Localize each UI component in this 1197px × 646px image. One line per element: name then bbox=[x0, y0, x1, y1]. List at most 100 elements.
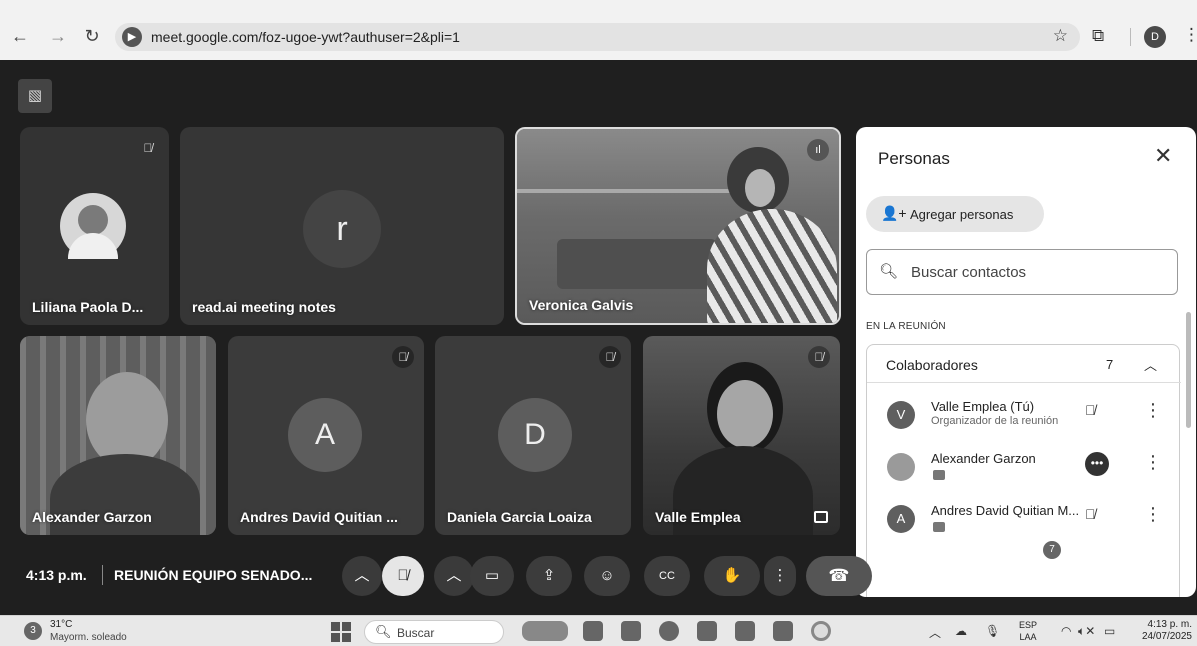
mic-off-icon: 🎙̸ bbox=[392, 346, 414, 368]
language-code: ESP bbox=[1019, 620, 1038, 630]
participant-row[interactable]: V Valle Emplea (Tú) Organizador de la re… bbox=[867, 391, 1181, 443]
panel-scrollbar[interactable] bbox=[1186, 312, 1191, 428]
host-controls-icon[interactable]: 🔒︎ bbox=[1163, 566, 1172, 586]
meet-stage: ▧ 🎙̸ Liliana Paola D... r read.ai meetin… bbox=[0, 60, 1197, 615]
participant-name: Liliana Paola D... bbox=[32, 299, 144, 315]
add-person-icon: 👤+ bbox=[881, 205, 907, 221]
site-info-icon[interactable]: ▶ bbox=[122, 27, 142, 47]
mic-off-icon: 🎙̸ bbox=[143, 141, 153, 155]
mic-icon[interactable]: 🎙︎ bbox=[985, 624, 1000, 638]
participant-name: Valle Emplea bbox=[655, 509, 741, 525]
section-label: EN LA REUNIÓN bbox=[866, 321, 946, 332]
taskbar-search-label: Buscar bbox=[397, 626, 435, 640]
profile-avatar[interactable]: D bbox=[1144, 26, 1166, 48]
participant-row-role: Organizador de la reunión bbox=[931, 415, 1059, 427]
meeting-time: 4:13 p.m. bbox=[26, 567, 87, 583]
system-clock[interactable]: 4:13 p. m. 24/07/2025 bbox=[1134, 619, 1192, 643]
battery-icon[interactable]: ▭ bbox=[1104, 624, 1115, 638]
forward-icon[interactable]: → bbox=[48, 26, 68, 46]
toolbar-separator bbox=[1130, 28, 1131, 46]
store-icon[interactable] bbox=[735, 621, 755, 641]
video-options-button[interactable]: ︿ bbox=[434, 556, 474, 596]
windows-taskbar: 3 31°C Mayorm. soleado 🔍︎ Buscar ︿ ☁ 🎙︎ … bbox=[0, 615, 1197, 646]
search-contacts-input[interactable]: 🔍︎ Buscar contactos bbox=[866, 249, 1178, 295]
taskbar-search[interactable]: 🔍︎ Buscar bbox=[364, 620, 504, 644]
mic-off-icon: 🎙̸ bbox=[808, 346, 830, 368]
pip-icon[interactable] bbox=[814, 511, 828, 523]
activities-icon[interactable]: ⠿ bbox=[1122, 566, 1134, 586]
volume-muted-icon[interactable]: 🔈︎✕ bbox=[1078, 624, 1095, 639]
chevron-up-icon[interactable]: ︿ bbox=[1144, 355, 1157, 374]
mic-off-icon: 🎙̸ bbox=[1085, 506, 1096, 522]
emoji-reaction-button[interactable]: ☺ bbox=[584, 556, 630, 596]
close-icon[interactable]: ✕ bbox=[1154, 143, 1172, 169]
leave-call-button[interactable]: ☎ bbox=[806, 556, 872, 596]
file-explorer-icon[interactable] bbox=[621, 621, 641, 641]
participant-initial-avatar: A bbox=[288, 398, 362, 472]
add-people-label: Agregar personas bbox=[910, 207, 1014, 222]
people-count-badge: 7 bbox=[1043, 541, 1061, 559]
people-icon[interactable]: 👥︎ bbox=[1032, 566, 1054, 586]
add-people-button[interactable]: 👤+ Agregar personas bbox=[866, 196, 1044, 232]
windows-start-icon[interactable] bbox=[331, 622, 351, 642]
people-panel: Personas ✕ 👤+ Agregar personas 🔍︎ Buscar… bbox=[856, 127, 1196, 597]
language-indicator[interactable]: ESP LAA bbox=[1019, 619, 1037, 643]
camera-toggle-button[interactable]: ▭ bbox=[470, 556, 514, 596]
collaborators-group: Colaboradores 7 ︿ V Valle Emplea (Tú) Or… bbox=[866, 344, 1181, 597]
present-screen-button[interactable]: ⇪ bbox=[526, 556, 572, 596]
browser-menu-icon[interactable]: ⋮ bbox=[1183, 25, 1197, 45]
participant-row[interactable]: Alexander Garzon ••• ⋮ bbox=[867, 443, 1181, 495]
participant-tile[interactable]: Alexander Garzon bbox=[20, 336, 216, 535]
avatar bbox=[887, 453, 915, 481]
participant-tile[interactable]: 🎙̸ D Daniela Garcia Loaiza bbox=[435, 336, 631, 535]
screen: ← → ↻ ▶ meet.google.com/foz-ugoe-ywt?aut… bbox=[0, 0, 1197, 646]
more-options-icon[interactable]: ⋮ bbox=[1144, 400, 1162, 421]
participant-initial-avatar: D bbox=[498, 398, 572, 472]
participant-tile-self[interactable]: 🎙̸ Valle Emplea bbox=[643, 336, 840, 535]
meeting-info-icon[interactable]: ⓘ bbox=[985, 566, 1002, 591]
chat-icon[interactable]: ▤ bbox=[1075, 566, 1091, 586]
app-icon[interactable] bbox=[773, 621, 793, 641]
participant-tile[interactable]: r read.ai meeting notes bbox=[180, 127, 504, 325]
participant-tile[interactable]: 🎙̸ Liliana Paola D... bbox=[20, 127, 169, 325]
weather-condition[interactable]: Mayorm. soleado bbox=[50, 632, 127, 643]
participant-row-name: Andres David Quitian M... bbox=[931, 503, 1080, 518]
widgets-icon[interactable] bbox=[522, 621, 568, 641]
mic-off-icon: 🎙̸ bbox=[599, 346, 621, 368]
mic-toggle-button[interactable]: 🎙̸ bbox=[382, 556, 424, 596]
app-icon[interactable] bbox=[583, 621, 603, 641]
more-actions-icon[interactable]: ••• bbox=[1085, 452, 1109, 476]
onedrive-icon[interactable]: ☁ bbox=[955, 624, 967, 638]
clock-time: 4:13 p. m. bbox=[1147, 619, 1192, 630]
audio-options-button[interactable]: ︿ bbox=[342, 556, 382, 596]
weather-temp[interactable]: 31°C bbox=[50, 619, 72, 630]
participant-row[interactable]: A Andres David Quitian M... 🎙̸ ⋮ bbox=[867, 495, 1181, 547]
url-text[interactable]: meet.google.com/foz-ugoe-ywt?authuser=2&… bbox=[151, 29, 460, 45]
more-options-button[interactable]: ⋮ bbox=[764, 556, 796, 596]
back-icon[interactable]: ← bbox=[10, 26, 30, 46]
presenting-chip-icon bbox=[933, 522, 945, 532]
participant-tile-active[interactable]: ıl Veronica Galvis bbox=[515, 127, 841, 325]
participant-name: Daniela Garcia Loaiza bbox=[447, 509, 592, 525]
tray-overflow-icon[interactable]: ︿ bbox=[929, 624, 941, 641]
raise-hand-button[interactable]: ✋ bbox=[704, 556, 760, 596]
participant-tile[interactable]: 🎙̸ A Andres David Quitian ... bbox=[228, 336, 424, 535]
outlook-icon[interactable] bbox=[697, 621, 717, 641]
camera-off-icon[interactable]: ▧ bbox=[18, 79, 52, 113]
participant-name: Andres David Quitian ... bbox=[240, 509, 398, 525]
group-title: Colaboradores bbox=[886, 357, 978, 373]
wifi-icon[interactable]: ◠ bbox=[1061, 624, 1071, 638]
captions-button[interactable]: CC bbox=[644, 556, 690, 596]
weather-icon[interactable]: 3 bbox=[24, 622, 42, 640]
collaborators-header[interactable]: Colaboradores 7 ︿ bbox=[867, 345, 1181, 383]
reload-icon[interactable]: ↻ bbox=[82, 26, 102, 46]
bookmark-star-icon[interactable]: ☆ bbox=[1053, 26, 1068, 46]
speaking-indicator-icon: ıl bbox=[807, 139, 829, 161]
edge-icon[interactable] bbox=[659, 621, 679, 641]
more-options-icon[interactable]: ⋮ bbox=[1144, 504, 1162, 525]
divider bbox=[102, 565, 103, 585]
extensions-icon[interactable]: ⧉ bbox=[1092, 26, 1104, 46]
more-options-icon[interactable]: ⋮ bbox=[1144, 452, 1162, 473]
address-bar[interactable]: ▶ meet.google.com/foz-ugoe-ywt?authuser=… bbox=[115, 23, 1080, 51]
chrome-icon[interactable] bbox=[811, 621, 831, 641]
